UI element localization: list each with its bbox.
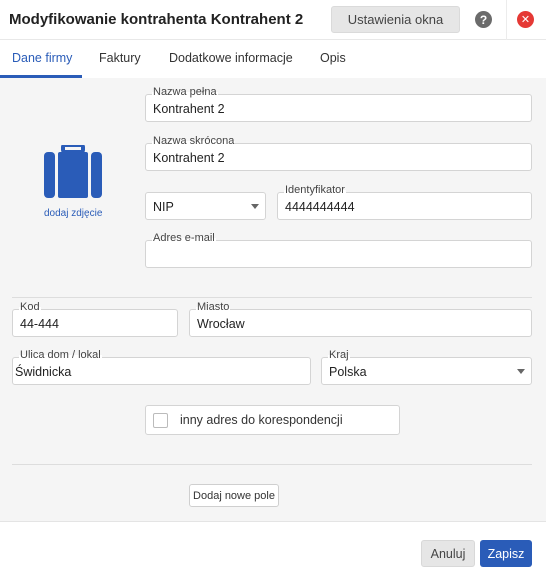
help-icon[interactable]: ?	[475, 11, 492, 28]
country-value: Polska	[329, 365, 367, 379]
chevron-down-icon	[251, 204, 259, 209]
postal-code-label: Kod	[19, 300, 41, 314]
cancel-button[interactable]: Anuluj	[421, 540, 475, 567]
full-name-field[interactable]: Nazwa pełna Kontrahent 2	[145, 85, 532, 122]
window-title: Modyfikowanie kontrahenta Kontrahent 2	[9, 11, 304, 28]
dialog-footer: Anuluj Zapisz	[0, 521, 546, 577]
chevron-down-icon	[517, 369, 525, 374]
header-divider	[506, 0, 507, 40]
id-type-select[interactable]: NIP	[145, 192, 266, 220]
form-end-divider	[12, 464, 532, 465]
short-name-field[interactable]: Nazwa skrócona Kontrahent 2	[145, 134, 532, 171]
tab-opis[interactable]: Opis	[320, 51, 346, 65]
postal-code-value: 44-444	[20, 317, 59, 331]
postal-code-field[interactable]: Kod 44-444	[12, 300, 178, 337]
section-divider	[12, 297, 532, 298]
window-settings-button[interactable]: Ustawienia okna	[331, 6, 460, 33]
tab-dane-firmy[interactable]: Dane firmy	[12, 51, 72, 65]
close-icon[interactable]: ✕	[517, 11, 534, 28]
tab-dodatkowe-informacje[interactable]: Dodatkowe informacje	[169, 51, 293, 65]
short-name-value: Kontrahent 2	[153, 151, 225, 165]
identifier-label: Identyfikator	[284, 183, 346, 197]
country-label: Kraj	[328, 348, 350, 362]
city-field[interactable]: Miasto Wrocław	[189, 300, 532, 337]
identifier-value: 4444444444	[285, 200, 355, 214]
street-label: Ulica dom / lokal	[19, 348, 102, 362]
city-label: Miasto	[196, 300, 231, 314]
short-name-label: Nazwa skrócona	[152, 134, 236, 148]
alt-address-label: inny adres do korespondencji	[180, 413, 343, 427]
window-header: Modyfikowanie kontrahenta Kontrahent 2 U…	[0, 0, 546, 40]
email-label: Adres e-mail	[152, 231, 216, 245]
id-type-value: NIP	[153, 200, 174, 214]
add-photo-link[interactable]: dodaj zdjęcie	[44, 208, 102, 219]
full-name-value: Kontrahent 2	[153, 102, 225, 116]
alt-address-option[interactable]: inny adres do korespondencji	[145, 405, 400, 435]
tab-faktury[interactable]: Faktury	[99, 51, 141, 65]
email-field[interactable]: Adres e-mail	[145, 231, 532, 268]
street-field[interactable]: Ulica dom / lokal Świdnicka	[12, 348, 311, 385]
identifier-field[interactable]: Identyfikator 4444444444	[277, 183, 532, 220]
city-value: Wrocław	[197, 317, 245, 331]
street-value: Świdnicka	[15, 365, 72, 379]
full-name-label: Nazwa pełna	[152, 85, 218, 99]
briefcase-icon[interactable]	[42, 145, 104, 199]
alt-address-checkbox[interactable]	[153, 413, 168, 428]
tab-bar: Dane firmy Faktury Dodatkowe informacje …	[0, 40, 546, 78]
country-select[interactable]: Kraj Polska	[321, 348, 532, 385]
add-field-button[interactable]: Dodaj nowe pole	[189, 484, 279, 507]
save-button[interactable]: Zapisz	[480, 540, 532, 567]
